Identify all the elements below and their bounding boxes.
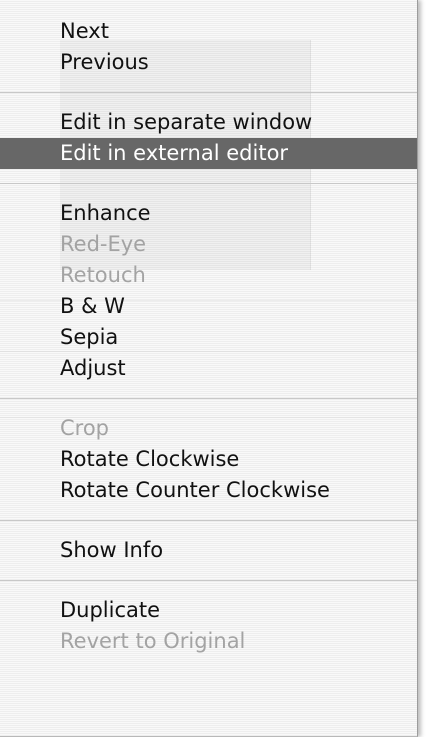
menu-item-crop: Crop [60, 416, 110, 440]
menu-item-rotate-counter-clockwise[interactable]: Rotate Counter Clockwise [0, 475, 417, 506]
menu-item-retouch: Retouch [60, 263, 146, 287]
menu-item-red-eye: Red-Eye [60, 232, 147, 256]
menu-item-bw[interactable]: B & W [0, 291, 417, 322]
menu-item-adjust[interactable]: Adjust [0, 353, 417, 384]
menu-separator [0, 398, 417, 399]
menu-item-edit-external-editor[interactable]: Edit in external editor [0, 138, 417, 169]
menu-separator [0, 183, 417, 184]
menu-separator [0, 92, 417, 93]
menu-item-show-info[interactable]: Show Info [0, 535, 417, 566]
menu-separator [0, 580, 417, 581]
menu-items: Next Previous Edit in separate window Ed… [0, 0, 417, 657]
menu-item-revert-to-original: Revert to Original [60, 629, 246, 653]
menu-item-edit-separate-window[interactable]: Edit in separate window [0, 107, 417, 138]
menu-item-enhance[interactable]: Enhance [0, 198, 417, 229]
menu-separator [0, 520, 417, 521]
menu-item-sepia[interactable]: Sepia [0, 322, 417, 353]
menu-item-previous[interactable]: Previous [0, 47, 417, 78]
menu-item-duplicate[interactable]: Duplicate [0, 595, 417, 626]
menu-item-rotate-clockwise[interactable]: Rotate Clockwise [0, 444, 417, 475]
context-menu: Next Previous Edit in separate window Ed… [0, 0, 418, 737]
menu-item-next[interactable]: Next [0, 16, 417, 47]
